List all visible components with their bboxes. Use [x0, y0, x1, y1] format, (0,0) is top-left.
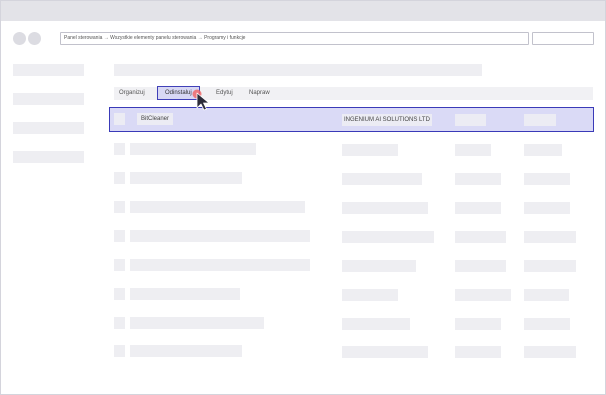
program-install-date: [455, 173, 501, 185]
program-name: [130, 345, 242, 357]
program-install-date: [455, 318, 501, 330]
program-publisher: [342, 346, 428, 358]
program-name: BitCleaner: [137, 113, 174, 125]
program-publisher: [342, 144, 398, 156]
program-size: [524, 173, 570, 185]
program-install-date: [455, 346, 501, 358]
repair-button[interactable]: Napraw: [249, 87, 270, 100]
program-name: [130, 172, 242, 184]
program-icon: [114, 345, 125, 357]
program-name: [130, 288, 240, 300]
program-icon: [114, 317, 125, 329]
program-icon: [114, 230, 125, 242]
program-icon: [114, 113, 125, 125]
edit-button[interactable]: Edytuj: [216, 87, 233, 100]
program-install-date: [455, 289, 511, 301]
program-publisher: [342, 173, 422, 185]
program-icon: [114, 288, 125, 300]
address-bar[interactable]: Panel sterowania → Wszystkie elementy pa…: [60, 32, 529, 45]
program-name: [130, 143, 256, 155]
program-publisher: [342, 289, 398, 301]
sidebar-item[interactable]: [13, 122, 84, 134]
program-name: [130, 201, 305, 213]
program-size: [524, 289, 569, 301]
program-publisher: [342, 260, 416, 272]
window-control-button[interactable]: [13, 32, 26, 45]
program-size: [524, 231, 576, 243]
program-publisher: [342, 231, 434, 243]
program-install-date: [455, 231, 506, 243]
program-name: [130, 317, 264, 329]
program-icon: [114, 172, 125, 184]
program-publisher: INGENIUM AI SOLUTIONS LTD: [342, 114, 432, 126]
search-input[interactable]: [532, 32, 594, 45]
program-icon: [114, 143, 125, 155]
sidebar-item[interactable]: [13, 64, 84, 76]
program-install-date: [455, 114, 486, 126]
program-install-date: [455, 202, 501, 214]
organize-button[interactable]: Organizuj: [119, 87, 145, 100]
program-publisher: [342, 318, 410, 330]
program-size: [524, 318, 570, 330]
page-heading: [114, 64, 482, 76]
program-size: [524, 346, 576, 358]
title-bar: [1, 1, 605, 21]
program-size: [524, 144, 562, 156]
program-size: [524, 202, 570, 214]
program-size: [524, 114, 556, 126]
program-icon: [114, 201, 125, 213]
program-size: [524, 260, 576, 272]
mouse-pointer-icon: [192, 89, 210, 111]
sidebar-item[interactable]: [13, 151, 84, 163]
program-name: [130, 230, 310, 242]
program-install-date: [455, 260, 506, 272]
sidebar-item[interactable]: [13, 93, 84, 105]
control-panel-window: Panel sterowania → Wszystkie elementy pa…: [0, 0, 606, 395]
program-install-date: [455, 144, 491, 156]
window-control-button[interactable]: [28, 32, 41, 45]
program-icon: [114, 259, 125, 271]
program-publisher: [342, 202, 428, 214]
program-name: [130, 259, 310, 271]
